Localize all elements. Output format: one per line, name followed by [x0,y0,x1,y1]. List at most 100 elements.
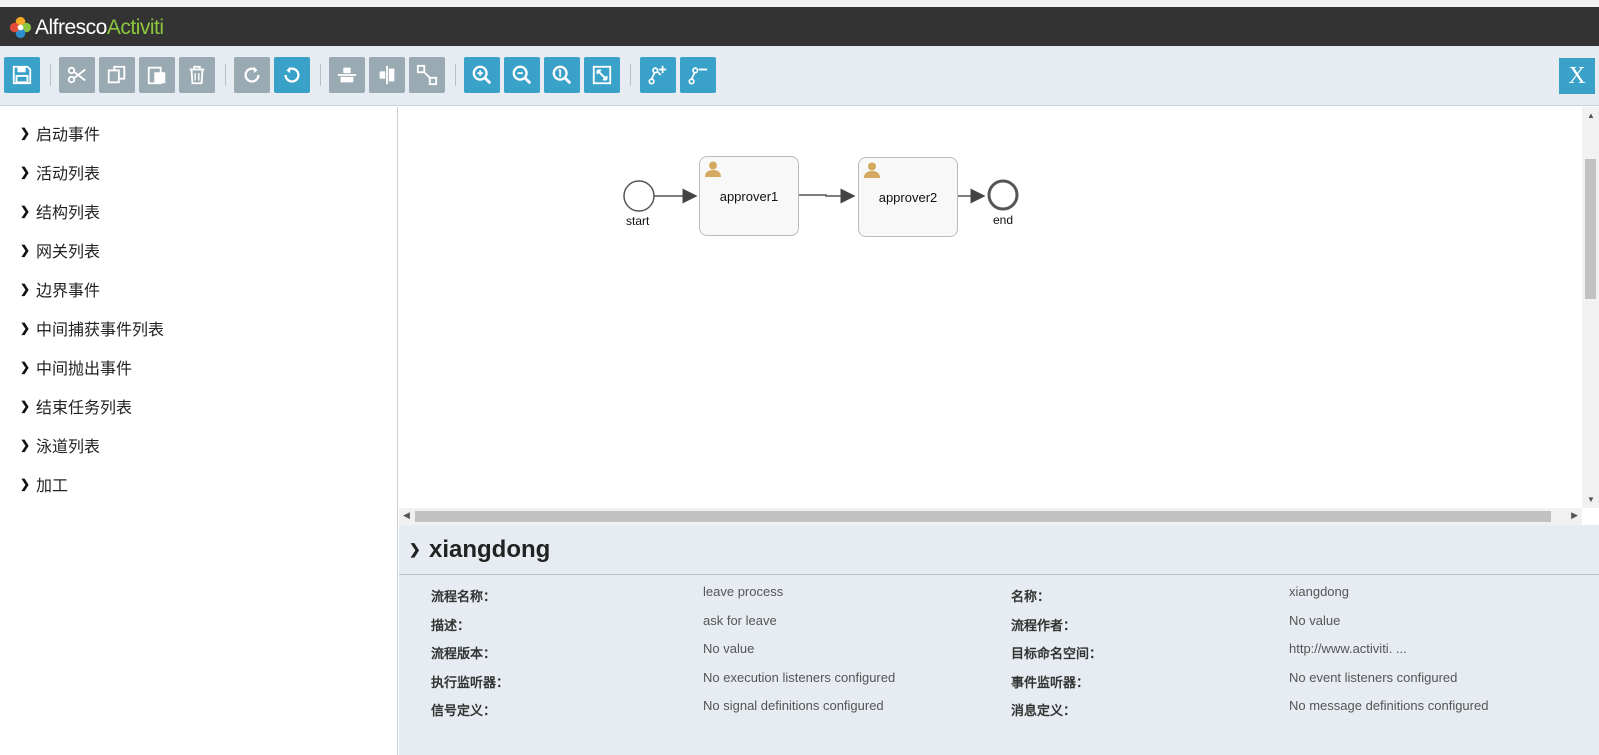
cut-button[interactable] [59,57,95,93]
property-row[interactable]: 事件监听器： [1011,672,1089,691]
property-value[interactable]: xiangdong [1289,584,1349,599]
palette-item-start-events[interactable]: ❯ 启动事件 [20,122,100,144]
properties-header[interactable]: ❯ xiangdong [399,525,1599,575]
diagram-canvas[interactable]: start approver1 approver2 end [399,107,1582,508]
property-value-text: No execution listeners configured [703,670,896,685]
sequence-flows [623,179,1019,212]
end-event[interactable] [987,179,1019,211]
property-row[interactable]: 流程名称： [431,586,496,605]
property-label: 执行监听器： [431,675,510,690]
zoom-out-button[interactable] [504,57,540,93]
palette-item-swimlanes[interactable]: ❯ 泳道列表 [20,434,100,456]
chevron-right-icon: ❯ [20,477,31,491]
scrollbar-thumb[interactable] [1585,159,1596,299]
palette-item-label: 泳道列表 [36,439,101,456]
same-size-button[interactable] [409,57,445,93]
chevron-right-icon: ❯ [20,126,31,140]
zoom-fit-button[interactable] [584,57,620,93]
save-button[interactable] [4,57,40,93]
toolbar-separator [320,64,321,86]
chevron-down-icon[interactable]: ❯ [409,541,429,558]
property-label: 流程作者： [1011,618,1077,633]
scroll-left-arrow-icon[interactable]: ◀ [403,510,410,521]
scroll-up-arrow-icon[interactable]: ▲ [1587,111,1595,120]
property-value[interactable]: No execution listeners configured [703,670,895,685]
task-name: approver2 [878,190,938,205]
remove-bendpoint-button[interactable] [680,57,716,93]
property-row[interactable]: 消息定义： [1011,700,1076,719]
property-row[interactable]: 流程版本： [431,643,496,662]
palette-item-intermediate-catch[interactable]: ❯ 中间捕获事件列表 [20,317,164,339]
cut-icon [67,66,86,84]
window-top-strip [0,0,1599,7]
palette-item-intermediate-throw[interactable]: ❯ 中间抛出事件 [20,356,132,378]
property-label: 事件监听器： [1011,675,1090,690]
scroll-right-arrow-icon[interactable]: ▶ [1571,510,1578,521]
palette-item-activities[interactable]: ❯ 活动列表 [20,161,100,183]
align-vertical-icon [379,65,395,85]
canvas-vertical-scrollbar[interactable]: ▲ ▼ [1582,107,1599,508]
property-value-text: leave process [703,584,784,599]
palette-item-label: 启动事件 [36,127,101,144]
palette-item-boundary-events[interactable]: ❯ 边界事件 [20,278,100,300]
property-value[interactable]: No signal definitions configured [703,698,884,713]
paste-icon [147,66,166,85]
chevron-right-icon: ❯ [20,399,31,413]
property-row[interactable]: 执行监听器： [431,672,509,691]
align-horizontal-button[interactable] [329,57,365,93]
zoom-in-button[interactable] [464,57,500,93]
property-row[interactable]: 信号定义： [431,700,496,719]
scrollbar-thumb[interactable] [415,511,1551,522]
property-value-text: xiangdong [1289,584,1349,599]
chevron-right-icon: ❯ [20,321,31,335]
paste-button[interactable] [139,57,175,93]
property-row[interactable]: 流程作者： [1011,615,1076,634]
chevron-right-icon: ❯ [20,438,31,452]
property-value[interactable]: ask for leave [703,613,777,628]
property-label: 描述： [431,618,471,633]
shape-palette: ❯ 启动事件 ❯ 活动列表 ❯ 结构列表 ❯ 网关列表 ❯ 边界事件 ❯ 中间捕获事件列表 … [0,107,398,755]
redo-button[interactable] [234,57,270,93]
palette-item-structural[interactable]: ❯ 结构列表 [20,200,100,222]
copy-button[interactable] [99,57,135,93]
sequence-flow[interactable] [798,188,856,204]
property-value-text: No value [1289,613,1341,628]
palette-item-artifacts[interactable]: ❯ 加工 [20,473,68,495]
property-value[interactable]: No event listeners configured [1289,670,1457,685]
property-label: 流程名称： [431,589,497,604]
chevron-right-icon: ❯ [20,243,31,257]
delete-button[interactable] [179,57,215,93]
property-value[interactable]: leave process [703,584,783,599]
app-logo: AlfrescoActiviti [8,15,164,40]
zoom-actual-size-button[interactable] [544,57,580,93]
user-task-approver1[interactable]: approver1 [699,156,799,236]
redo-icon [244,66,260,83]
properties-panel: ❯ xiangdong 流程名称： leave process 描述： ask … [399,525,1599,755]
property-value[interactable]: No value [1289,613,1340,628]
property-value-text: No value [703,641,755,656]
close-editor-button[interactable]: X [1559,58,1595,94]
property-value[interactable]: No value [703,641,754,656]
canvas-horizontal-scrollbar[interactable]: ◀ ▶ [399,508,1582,525]
start-event[interactable] [623,180,655,212]
palette-item-end-events[interactable]: ❯ 结束任务列表 [20,395,132,417]
toolbar-separator [630,64,631,86]
palette-item-label: 活动列表 [36,166,101,183]
user-task-approver2[interactable]: approver2 [858,157,958,237]
property-row[interactable]: 名称： [1011,586,1050,605]
property-row[interactable]: 目标命名空间： [1011,643,1102,662]
align-vertical-button[interactable] [369,57,405,93]
logo-text-primary: Alfresco [35,15,107,39]
undo-button[interactable] [274,57,310,93]
property-label: 目标命名空间： [1011,646,1103,661]
property-value-text: ask for leave [703,613,777,628]
property-value[interactable]: http://www.activiti. ... [1289,641,1407,656]
palette-item-label: 结构列表 [36,205,101,222]
delete-icon [189,65,205,85]
scroll-down-arrow-icon[interactable]: ▼ [1587,495,1595,504]
palette-item-gateways[interactable]: ❯ 网关列表 [20,239,100,261]
property-row[interactable]: 描述： [431,615,470,634]
property-value[interactable]: No message definitions configured [1289,698,1488,713]
palette-item-label: 网关列表 [36,244,101,261]
add-bendpoint-button[interactable] [640,57,676,93]
